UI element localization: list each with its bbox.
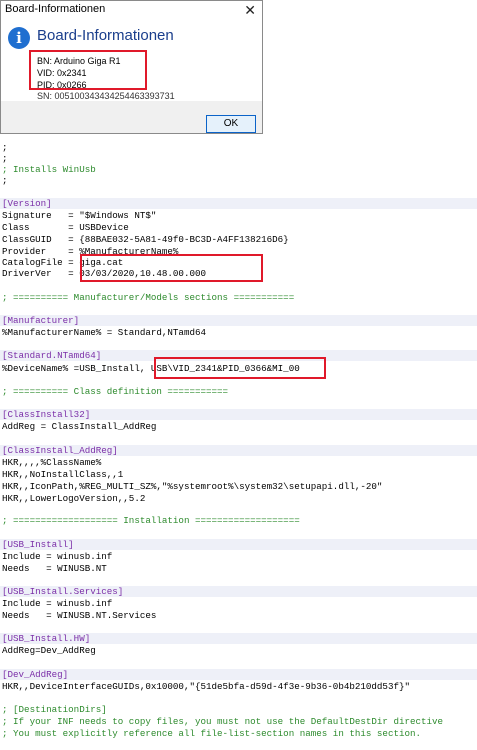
section-classinstall-addreg: [ClassInstall_AddReg] — [2, 445, 118, 456]
close-icon[interactable]: ✕ — [244, 1, 256, 19]
code-line: AddReg=Dev_AddReg — [2, 645, 96, 656]
code-comment: ; You must explicitly reference all file… — [2, 728, 422, 739]
code-line: %ManufacturerName% = Standard,NTamd64 — [2, 327, 206, 338]
dialog-title: Board-Informationen — [5, 3, 106, 15]
section-standard-ntamd64: [Standard.NTamd64] — [2, 350, 102, 361]
code-line: ; — [2, 142, 8, 153]
section-classinstall32: [ClassInstall32] — [2, 409, 91, 420]
code-comment: ; [DestinationDirs] — [2, 704, 107, 715]
info-icon: i — [8, 27, 30, 49]
code-comment: ; Installs WinUsb — [2, 164, 96, 175]
code-line: HKR,,LowerLogoVersion,,5.2 — [2, 493, 146, 504]
code-comment: ; ========== Manufacturer/Models section… — [2, 292, 295, 303]
dialog-heading: Board-Informationen — [37, 27, 174, 44]
section-dev-addreg: [Dev_AddReg] — [2, 669, 69, 680]
serial-number-text: SN: 005100343434254463393731 — [37, 91, 175, 101]
code-line: Class = USBDevice — [2, 222, 129, 233]
highlight-board-ids — [29, 50, 147, 90]
code-line: Signature = "$Windows NT$" — [2, 210, 157, 221]
code-line: HKR,,NoInstallClass,,1 — [2, 469, 124, 480]
code-line: Needs = WINUSB.NT — [2, 563, 107, 574]
code-line: HKR,,,,%ClassName% — [2, 457, 102, 468]
code-line: Needs = WINUSB.NT.Services — [2, 610, 157, 621]
ok-button[interactable]: OK — [206, 115, 256, 133]
section-version: [Version] — [2, 198, 52, 209]
code-comment: ; ========== Class definition ==========… — [2, 386, 229, 397]
dialog-titlebar[interactable]: Board-Informationen ✕ — [1, 1, 262, 19]
dialog-footer: OK — [1, 101, 262, 133]
board-info-dialog: Board-Informationen ✕ i Board-Informatio… — [0, 0, 263, 134]
code-line: ClassGUID = {88BAE032-5A81-49f0-BC3D-A4F… — [2, 234, 289, 245]
code-line: Include = winusb.inf — [2, 598, 113, 609]
code-comment: ; If your INF needs to copy files, you m… — [2, 716, 444, 727]
code-line: ; — [2, 153, 8, 164]
code-line: HKR,,DeviceInterfaceGUIDs,0x10000,"{51de… — [2, 681, 410, 692]
code-line: ; — [2, 175, 8, 186]
section-usb-install-services: [USB_Install.Services] — [2, 586, 124, 597]
code-line: Include = winusb.inf — [2, 551, 113, 562]
background-area — [263, 0, 477, 134]
code-line: HKR,,IconPath,%REG_MULTI_SZ%,"%systemroo… — [2, 481, 383, 492]
code-comment: ; =================== Installation =====… — [2, 515, 300, 526]
code-line: AddReg = ClassInstall_AddReg — [2, 421, 157, 432]
section-usb-install: [USB_Install] — [2, 539, 74, 550]
highlight-catalog-driverver — [80, 254, 263, 282]
section-usb-install-hw: [USB_Install.HW] — [2, 633, 91, 644]
highlight-usb-id — [154, 357, 326, 379]
section-manufacturer: [Manufacturer] — [2, 315, 80, 326]
